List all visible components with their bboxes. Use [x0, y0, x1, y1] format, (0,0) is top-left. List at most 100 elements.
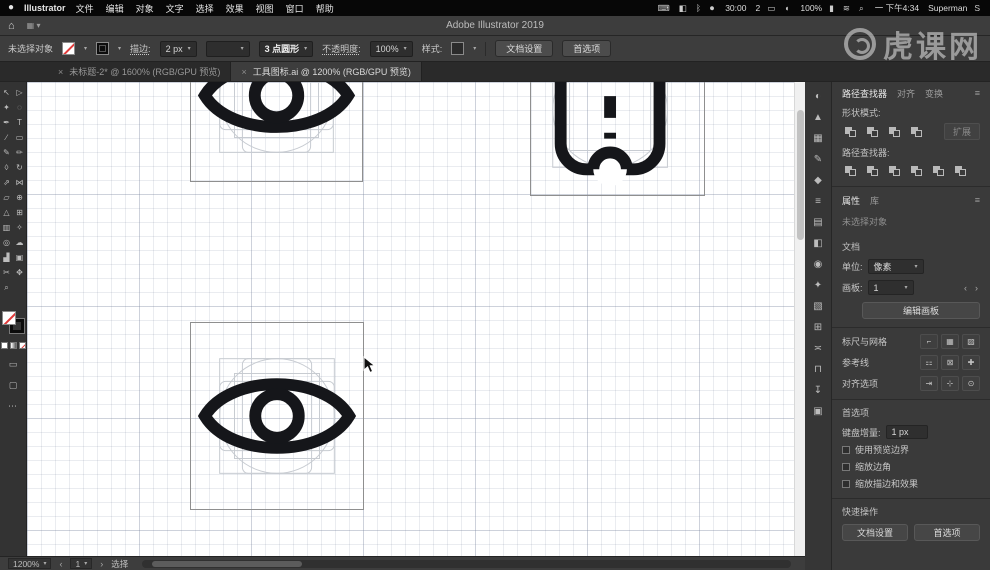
appearance-panel-icon[interactable]: ◉ — [808, 255, 828, 274]
line-segment-tool[interactable]: ∕ — [0, 130, 13, 145]
artboard-tool[interactable]: ▣ — [13, 250, 26, 265]
username-text[interactable]: Superman — [926, 3, 967, 13]
minus-front-icon[interactable] — [864, 124, 882, 139]
pathfinder-panel-icon[interactable]: ⊓ — [808, 360, 828, 379]
brush-definition-select[interactable]: 3 点圆形 — [258, 40, 314, 57]
preferences-button[interactable]: 首选项 — [914, 524, 980, 541]
gradient-tool[interactable]: ▥ — [0, 220, 13, 235]
snap-to-pixel-icon[interactable]: ⊹ — [941, 376, 959, 391]
battery-icon[interactable]: ▮ — [829, 3, 836, 14]
artboard-eye-main[interactable] — [190, 322, 364, 510]
lasso-tool[interactable]: ◌ — [13, 100, 26, 115]
tab-transform[interactable]: 变换 — [925, 87, 943, 100]
menu-item[interactable]: 文字 — [166, 2, 184, 15]
pen-tool[interactable]: ✒ — [0, 115, 13, 130]
menu-item[interactable]: 窗口 — [286, 2, 304, 15]
keyboard-icon[interactable]: ⌨ — [658, 3, 672, 14]
doc-setup-button[interactable]: 文档设置 — [842, 524, 908, 541]
show-transparency-grid-icon[interactable]: ▨ — [962, 334, 980, 349]
checkbox[interactable] — [842, 445, 850, 454]
workspace-count-text[interactable]: 2 — [753, 3, 760, 13]
show-rulers-icon[interactable]: ⌐ — [920, 334, 938, 349]
fill-caret-icon[interactable] — [84, 45, 87, 52]
artboards-panel-icon[interactable]: ⊞ — [808, 318, 828, 337]
asset-export-panel-icon[interactable]: ↧ — [808, 381, 828, 400]
symbol-sprayer-tool[interactable]: ☁ — [13, 235, 26, 250]
input-method-icon[interactable]: S — [974, 3, 982, 13]
stroke-weight-select[interactable]: 2 px — [159, 40, 197, 57]
wifi-icon[interactable]: ≋ — [843, 3, 852, 14]
units-select[interactable]: 像素 — [867, 259, 924, 274]
graphic-styles-panel-icon[interactable]: ✦ — [808, 276, 828, 295]
fill-indicator-none[interactable] — [2, 311, 16, 325]
magic-wand-tool[interactable]: ✦ — [0, 100, 13, 115]
stroke-caret-icon[interactable] — [118, 45, 121, 52]
merge-icon[interactable] — [886, 163, 904, 178]
align-panel-icon[interactable]: ≍ — [808, 339, 828, 358]
blend-tool[interactable]: ◎ — [0, 235, 13, 250]
zoom-level-select[interactable]: 1200% — [8, 558, 52, 569]
horizontal-scrollbar[interactable] — [142, 559, 791, 568]
record-timer-text[interactable]: 30:00 — [723, 3, 746, 13]
airplay-icon[interactable]: ▭ — [767, 3, 777, 14]
artboard-select[interactable]: 1 — [867, 280, 914, 295]
prev-artboard-icon[interactable] — [59, 559, 62, 569]
unite-icon[interactable] — [842, 124, 860, 139]
rotate-tool[interactable]: ↻ — [13, 160, 26, 175]
keyboard-increment-input[interactable]: 1 px — [885, 425, 928, 439]
rectangle-tool[interactable]: ▭ — [13, 130, 26, 145]
direct-selection-tool[interactable]: ▷ — [13, 85, 26, 100]
apple-menu-icon[interactable]: ● — [8, 0, 14, 16]
vertical-scrollbar-thumb[interactable] — [797, 110, 804, 240]
eraser-tool[interactable]: ◊ — [0, 160, 13, 175]
edit-artboards-button[interactable]: 编辑画板 — [862, 302, 980, 319]
tab-properties[interactable]: 属性 — [842, 194, 860, 207]
preference-checkbox-row[interactable]: 缩放边角 — [842, 460, 980, 473]
width-profile-select[interactable] — [205, 40, 250, 57]
zoom-tool[interactable]: ⌕ — [0, 280, 13, 295]
paintbrush-tool[interactable]: ✎ — [0, 145, 13, 160]
menu-item[interactable]: 视图 — [256, 2, 274, 15]
battery-percent-text[interactable]: 100% — [798, 3, 822, 13]
tab-align[interactable]: 对齐 — [897, 87, 915, 100]
opacity-link[interactable]: 不透明度: — [322, 42, 361, 55]
divide-icon[interactable] — [842, 163, 860, 178]
drawing-modes-icon[interactable] — [9, 359, 18, 370]
snap-to-grid-icon[interactable]: ⇥ — [920, 376, 938, 391]
datetime-text[interactable]: 一 下午4:34 — [873, 2, 919, 14]
document-setup-button[interactable]: 文档设置 — [495, 40, 554, 57]
expand-button[interactable]: 扩展 — [943, 123, 980, 140]
perspective-grid-tool[interactable]: △ — [0, 205, 13, 220]
artboard-rounded-square[interactable] — [530, 82, 705, 196]
fill-color-swatch[interactable] — [62, 42, 76, 55]
home-icon[interactable] — [8, 20, 15, 32]
menu-item[interactable]: 对象 — [136, 2, 154, 15]
gradient-button[interactable] — [9, 342, 17, 349]
brushes-panel-icon[interactable]: ✎ — [808, 150, 828, 169]
horizontal-scrollbar-thumb[interactable] — [152, 560, 303, 567]
preference-checkbox-row[interactable]: 缩放描边和效果 — [842, 477, 980, 490]
canvas[interactable] — [27, 82, 805, 556]
artboard-nav-select[interactable]: 1 — [70, 558, 93, 569]
libraries-panel-icon[interactable]: ▣ — [808, 402, 828, 421]
tab-libraries[interactable]: 库 — [870, 194, 879, 207]
intersect-icon[interactable] — [886, 124, 904, 139]
next-artboard-icon[interactable] — [100, 559, 103, 569]
free-transform-tool[interactable]: ▱ — [0, 190, 13, 205]
screen-mode-icon[interactable] — [9, 380, 18, 391]
shaper-tool[interactable]: ✏ — [13, 145, 26, 160]
preferences-button[interactable]: 首选项 — [562, 40, 612, 57]
artboard-eye-top[interactable] — [190, 82, 363, 182]
next-artboard-icon[interactable] — [975, 283, 978, 293]
checkbox[interactable] — [842, 462, 850, 471]
stroke-panel-icon[interactable]: ≡ — [808, 192, 828, 211]
tab-close-icon[interactable] — [241, 67, 246, 77]
menu-item[interactable]: 效果 — [226, 2, 244, 15]
exclude-icon[interactable] — [908, 124, 926, 139]
panel-menu-icon[interactable] — [975, 88, 980, 98]
stroke-color-swatch[interactable] — [96, 42, 110, 55]
lock-guides-icon[interactable]: ⊠ — [941, 355, 959, 370]
stroke-weight-link[interactable]: 描边: — [130, 42, 151, 55]
snap-to-point-icon[interactable]: ⊙ — [962, 376, 980, 391]
show-grid-icon[interactable]: ▦ — [941, 334, 959, 349]
